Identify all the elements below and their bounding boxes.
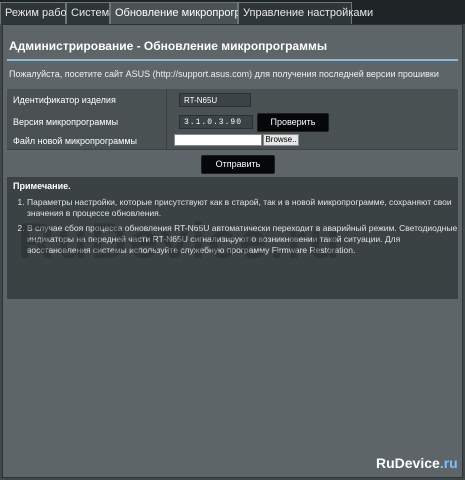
file-path-input[interactable] [174,134,262,146]
page-title: Администрирование - Обновление микропрог… [9,39,328,53]
product-id-row: Идентификатор изделия RT-N65U [7,89,458,112]
tab-operation-mode[interactable]: Режим работы [0,2,79,24]
note-item: Параметры настройки, которые присутствую… [27,197,458,219]
intro-text: Пожалуйста, посетите сайт ASUS (http://s… [9,69,439,79]
firmware-version-value: 3.1.0.3.90 [179,115,253,129]
content-panel: Администрирование - Обновление микропрог… [2,24,463,478]
check-button[interactable]: Проверить [257,113,329,132]
tab-system[interactable]: Система [66,2,115,24]
browse-button[interactable]: Browse.. [263,134,299,146]
product-id-value: RT-N65U [179,93,251,107]
title-divider [7,59,458,61]
notes-list: Параметры настройки, которые присутствую… [7,197,458,260]
note-item: В случае сбоя процесса обновления RT-N65… [27,223,458,256]
submit-button[interactable]: Отправить [201,155,275,174]
corner-logo: RuDevice.ru [376,455,458,471]
corner-logo-suffix: .ru [439,455,458,471]
new-firmware-file-row: Файл новой микропрограммы Browse.. [7,133,458,150]
new-firmware-file-label: Файл новой микропрограммы [7,133,167,149]
tab-settings-management[interactable]: Управление настройками [238,2,373,24]
notes-title: Примечание. [13,181,71,191]
firmware-version-row: Версия микропрограммы 3.1.0.3.90 Провери… [7,111,458,134]
tab-firmware-upgrade[interactable]: Обновление микропрограммы [110,2,270,24]
firmware-version-label: Версия микропрограммы [7,111,167,133]
product-id-label: Идентификатор изделия [7,89,167,111]
tab-bar: Режим работы Система Обновление микропро… [0,0,465,24]
corner-logo-main: RuDevice [376,455,440,471]
notes-section: Примечание. Параметры настройки, которые… [7,177,458,299]
